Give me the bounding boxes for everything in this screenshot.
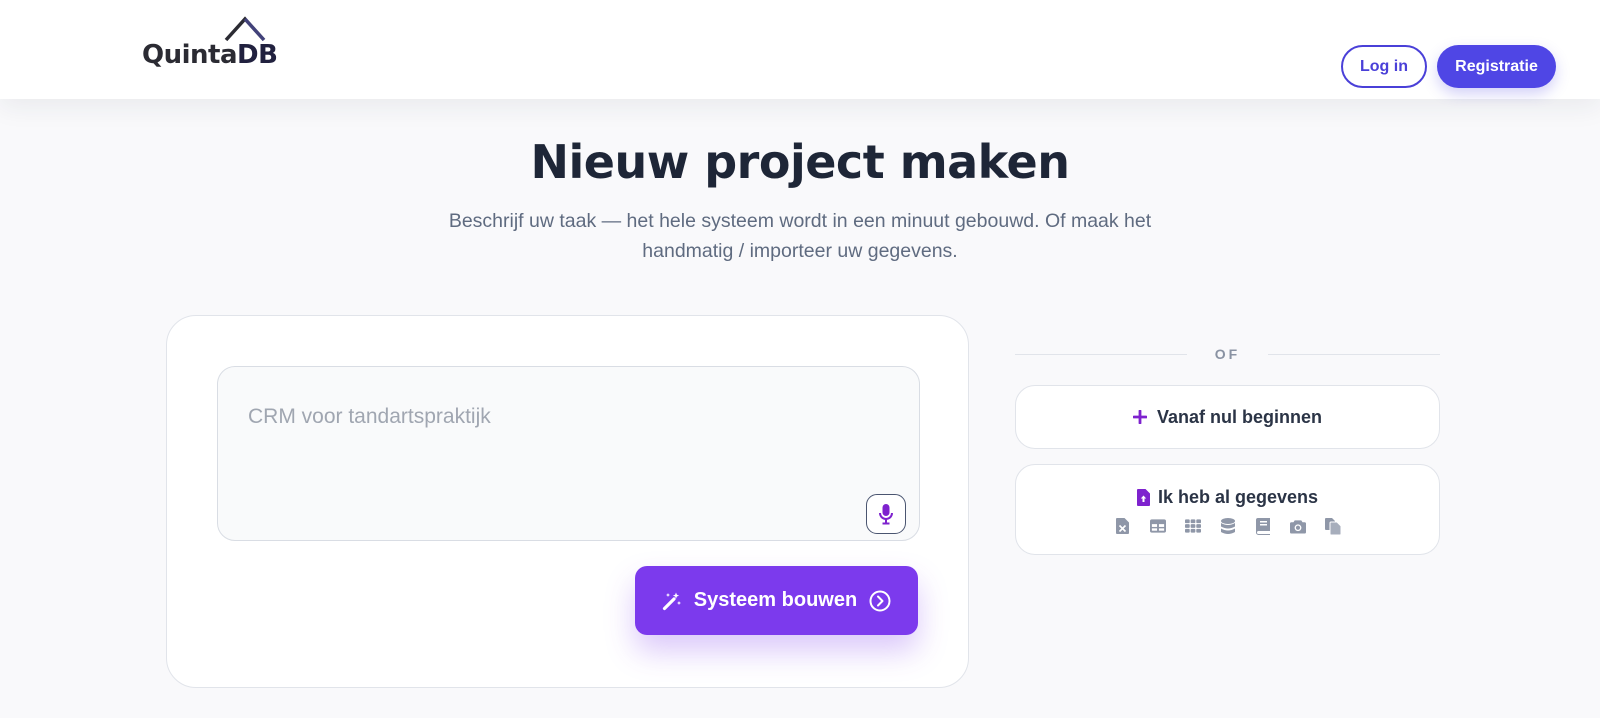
prompt-input[interactable] xyxy=(248,397,868,437)
top-header: QuintaDB Log in Registratie xyxy=(0,0,1600,99)
quintadb-logo[interactable]: QuintaDB xyxy=(142,16,278,74)
camera-icon xyxy=(1289,517,1306,535)
page-title: Nieuw project maken xyxy=(530,135,1070,189)
book-icon xyxy=(1255,517,1271,535)
start-from-scratch-label: Vanaf nul beginnen xyxy=(1156,406,1322,427)
logo-text-accent: DB xyxy=(237,40,278,70)
divider-line xyxy=(1268,354,1440,355)
page-subtitle: Beschrijf uw taak — het hele systeem wor… xyxy=(448,210,1152,262)
import-data-heading: Ik heb al gegevens xyxy=(1016,487,1439,508)
roof-logo-icon xyxy=(224,16,266,42)
import-data-label: Ik heb al gegevens xyxy=(1157,487,1319,507)
prompt-card: Systeem bouwen xyxy=(166,315,969,688)
login-button[interactable]: Log in xyxy=(1341,45,1427,88)
magic-wand-icon xyxy=(662,592,681,610)
register-button[interactable]: Registratie xyxy=(1437,45,1556,88)
build-system-label: Systeem bouwen xyxy=(693,589,858,611)
or-label: OF xyxy=(1214,346,1241,362)
file-upload-icon xyxy=(1136,489,1150,506)
divider-line xyxy=(1015,354,1187,355)
plus-icon xyxy=(1132,410,1147,424)
microphone-button[interactable] xyxy=(866,494,906,534)
microphone-icon xyxy=(879,504,893,525)
database-icon xyxy=(1220,517,1236,535)
prompt-box[interactable] xyxy=(217,366,920,541)
grid-icon xyxy=(1184,517,1201,535)
table-icon xyxy=(1149,517,1166,535)
import-format-icons xyxy=(1016,517,1439,535)
excel-file-icon xyxy=(1115,517,1131,535)
build-system-button[interactable]: Systeem bouwen xyxy=(635,566,918,635)
logo-text-main: Quinta xyxy=(142,40,238,70)
chevron-right-circle-icon xyxy=(869,590,891,611)
logo-wordmark: QuintaDB xyxy=(142,40,278,70)
import-data-button[interactable]: Ik heb al gegevens xyxy=(1015,464,1440,555)
start-from-scratch-button[interactable]: Vanaf nul beginnen xyxy=(1015,385,1440,449)
copy-files-icon xyxy=(1324,517,1341,535)
or-divider: OF xyxy=(1015,345,1440,365)
